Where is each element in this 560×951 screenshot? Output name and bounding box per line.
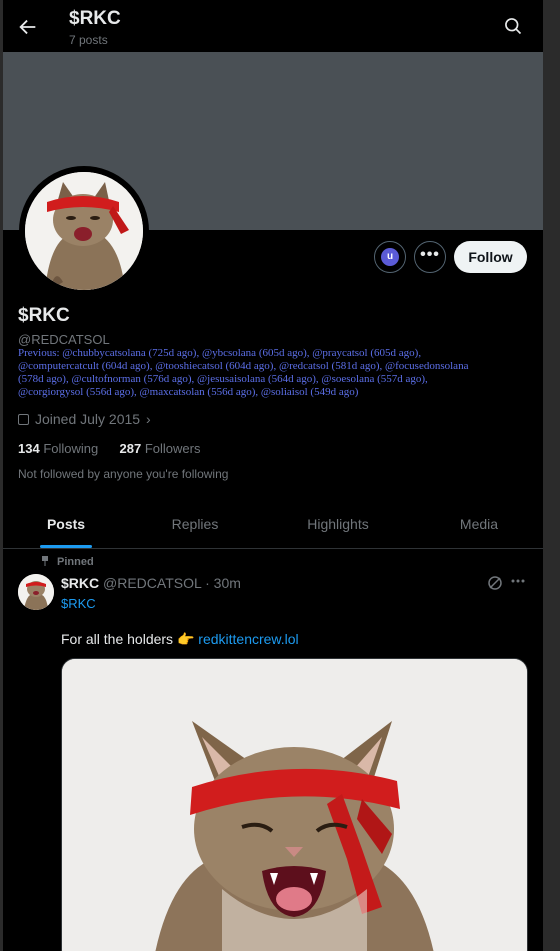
tab-posts[interactable]: Posts	[3, 502, 129, 548]
subscription-badge-button[interactable]: u	[374, 241, 406, 273]
pinned-label: Pinned	[41, 556, 94, 568]
following-link[interactable]: 134 Following	[18, 441, 98, 456]
previous-handles: Previous: @chubbycatsolana (725d ago), @…	[18, 347, 518, 399]
page-title: $RKC	[69, 8, 121, 29]
joined-label: Joined July 2015	[35, 411, 141, 427]
followers-label: Followers	[144, 441, 201, 456]
chevron-right-icon: ›	[145, 411, 151, 427]
search-icon[interactable]	[503, 16, 523, 36]
pin-icon	[42, 556, 48, 566]
tab-media[interactable]: Media	[415, 502, 543, 548]
previous-line: (578d ago), @cultofnorman (576d ago), @j…	[18, 373, 428, 385]
follow-button[interactable]: Follow	[454, 241, 527, 273]
arrow-left-icon[interactable]	[17, 16, 39, 38]
not-followed-note: Not followed by anyone you're following	[18, 467, 229, 481]
previous-line: @corgiorgysol (556d ago), @maxcatsolan (…	[18, 386, 359, 398]
joined-date[interactable]: Joined July 2015 ›	[18, 411, 151, 427]
active-tab-indicator	[40, 545, 92, 548]
post-author[interactable]: $RKC	[61, 575, 99, 591]
cat-avatar-image	[25, 172, 143, 290]
post-header: $RKC @REDCATSOL · 30m	[61, 575, 241, 591]
badge-letter: u	[381, 248, 399, 266]
tab-replies[interactable]: Replies	[129, 502, 261, 548]
post-link[interactable]: redkittencrew.lol	[198, 631, 298, 647]
previous-line: @computercatcult (604d ago), @tooshiecat…	[18, 360, 469, 372]
pinned-text: Pinned	[57, 556, 94, 568]
post-actions	[487, 574, 527, 594]
post-avatar[interactable]	[18, 574, 54, 610]
profile-handle: @REDCATSOL	[18, 332, 110, 347]
avatar[interactable]	[19, 166, 149, 296]
post-body: For all the holders 👉	[61, 631, 195, 647]
more-icon: •••	[420, 246, 440, 263]
tab-label: Posts	[46, 516, 86, 532]
followers-count: 287	[119, 441, 142, 456]
top-bar: $RKC 7 posts	[3, 0, 543, 52]
grok-icon[interactable]	[487, 575, 503, 591]
profile-tabs: Posts Replies Highlights Media	[3, 502, 543, 549]
followers-link[interactable]: 287 Followers	[120, 441, 201, 456]
following-count: 134	[18, 441, 40, 456]
profile-page: $RKC 7 posts u ••• Follow $RKC @REDCATSO…	[3, 0, 543, 951]
post-handle-time[interactable]: @REDCATSOL · 30m	[103, 575, 241, 591]
profile-name: $RKC	[18, 305, 70, 326]
more-icon[interactable]	[511, 578, 525, 584]
cashtag-link[interactable]: $RKC	[61, 596, 96, 611]
post-count: 7 posts	[69, 33, 108, 47]
tab-highlights[interactable]: Highlights	[261, 502, 415, 548]
post-media-image[interactable]	[61, 658, 528, 951]
calendar-icon	[18, 414, 29, 425]
following-label: Following	[43, 441, 99, 456]
more-options-button[interactable]: •••	[414, 241, 446, 273]
post-text: For all the holders 👉 redkittencrew.lol	[61, 631, 299, 648]
previous-line: Previous: @chubbycatsolana (725d ago), @…	[18, 347, 422, 359]
follow-stats: 134 Following 287 Followers	[18, 441, 200, 456]
